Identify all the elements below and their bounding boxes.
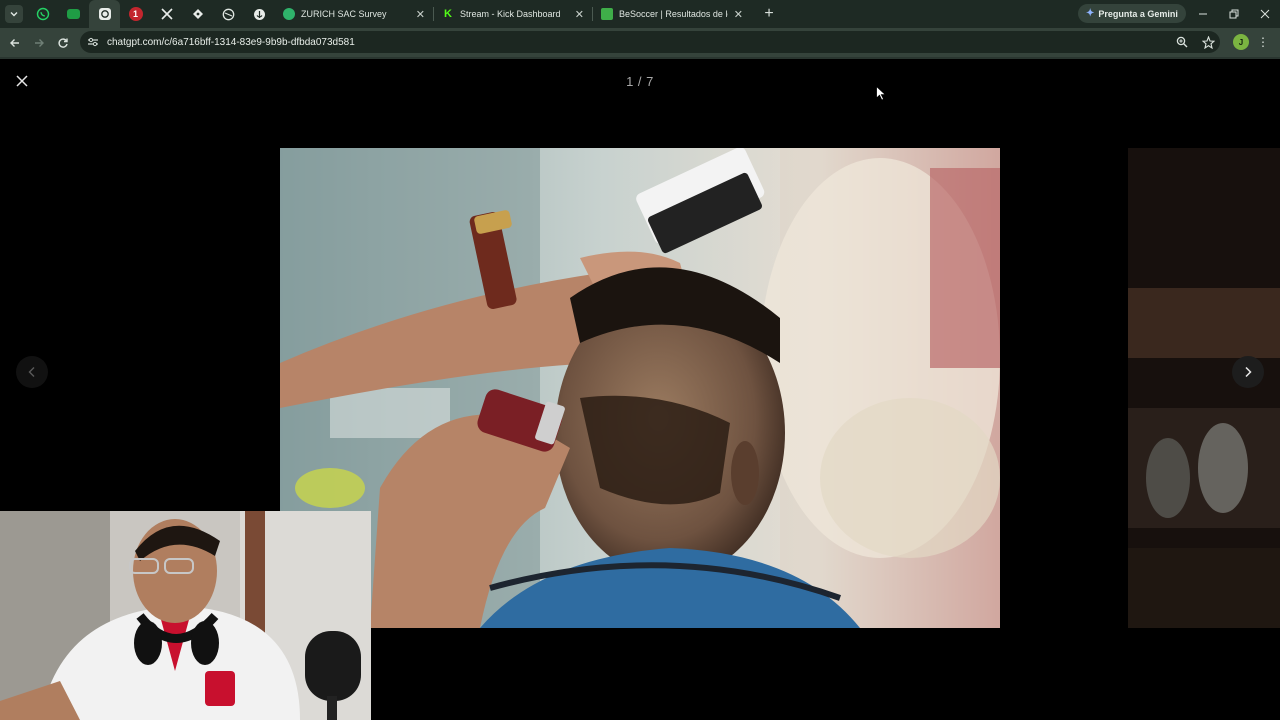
- pinned-tab-news[interactable]: 1: [120, 0, 151, 28]
- mouse-cursor-icon: [876, 86, 886, 101]
- pinned-tab-whatsapp[interactable]: [27, 0, 58, 28]
- chatgpt-icon: [98, 8, 111, 20]
- zoom-icon[interactable]: [1174, 34, 1190, 50]
- chevron-right-icon: [1245, 366, 1252, 378]
- reload-icon: [58, 37, 68, 48]
- url-text[interactable]: chatgpt.com/c/6a716bff-1314-83e9-9b9b-df…: [107, 37, 355, 48]
- x-logo-icon: [160, 8, 173, 20]
- surveymonkey-icon: [283, 8, 295, 20]
- pinned-tab-globe[interactable]: [213, 0, 244, 28]
- pinned-tab-chatgpt[interactable]: [89, 0, 120, 28]
- pinned-tab-messages[interactable]: [58, 0, 89, 28]
- besoccer-icon: [601, 8, 613, 20]
- previous-image-button[interactable]: [16, 356, 48, 388]
- tab-title: ZURICH SAC Survey: [301, 9, 387, 19]
- tab-search-button[interactable]: [5, 5, 23, 23]
- tab-title: BeSoccer | Resultados de los pa: [619, 9, 728, 19]
- image-counter: 1 / 7: [626, 74, 654, 89]
- menu-kebab-icon[interactable]: ⋮: [1257, 34, 1269, 50]
- profile-avatar[interactable]: J: [1233, 34, 1249, 50]
- main-image: [280, 148, 1000, 628]
- browser-toolbar: chatgpt.com/c/6a716bff-1314-83e9-9b9b-df…: [0, 28, 1280, 57]
- message-icon: [67, 9, 80, 19]
- tab-strip: 1 ZURICH SAC Survey ✕ K Stream - Kick Da…: [0, 0, 1280, 28]
- back-button[interactable]: [3, 31, 27, 55]
- close-icon: [1260, 9, 1269, 19]
- tab-kick-dashboard[interactable]: K Stream - Kick Dashboard ✕: [434, 0, 592, 28]
- reload-button[interactable]: [51, 31, 75, 55]
- minimize-icon: [1198, 13, 1207, 15]
- forward-button[interactable]: [27, 31, 51, 55]
- kick-icon: K: [442, 8, 454, 20]
- new-tab-button[interactable]: +: [761, 5, 777, 23]
- tab-besoccer[interactable]: BeSoccer | Resultados de los pa ✕: [593, 0, 751, 28]
- close-tab-icon[interactable]: ✕: [734, 8, 743, 21]
- close-window-button[interactable]: [1249, 0, 1280, 28]
- tab-title: Stream - Kick Dashboard: [460, 9, 561, 19]
- chevron-left-icon: [28, 367, 35, 377]
- site-settings-icon[interactable]: [86, 35, 100, 49]
- next-image-preview: [1128, 148, 1280, 628]
- minimize-button[interactable]: [1187, 0, 1218, 28]
- close-tab-icon[interactable]: ✕: [416, 8, 425, 21]
- arrow-right-icon: [35, 38, 44, 47]
- news-icon: 1: [128, 7, 143, 21]
- globe-icon: [222, 8, 235, 20]
- gemini-button-label: Pregunta a Gemini: [1098, 8, 1178, 19]
- whatsapp-icon: [36, 7, 49, 21]
- tab-zurich-survey[interactable]: ZURICH SAC Survey ✕: [275, 0, 433, 28]
- webcam-overlay: [0, 511, 371, 720]
- close-tab-icon[interactable]: ✕: [575, 8, 584, 21]
- restore-icon: [1229, 9, 1238, 19]
- tag-icon: [192, 9, 203, 19]
- arrow-left-icon: [10, 38, 19, 47]
- bookmark-star-icon[interactable]: [1200, 34, 1216, 50]
- pinned-tab-anchor[interactable]: [244, 0, 275, 28]
- restore-button[interactable]: [1218, 0, 1249, 28]
- pinned-tab-x[interactable]: [151, 0, 182, 28]
- pinned-tab-app[interactable]: [182, 0, 213, 28]
- anchor-icon: [254, 8, 265, 20]
- gemini-sparkle-icon: ✦: [1086, 8, 1095, 19]
- chevron-down-icon: [10, 12, 18, 17]
- next-image-button[interactable]: [1232, 356, 1264, 388]
- ask-gemini-button[interactable]: ✦ Pregunta a Gemini: [1078, 4, 1186, 23]
- address-bar[interactable]: chatgpt.com/c/6a716bff-1314-83e9-9b9b-df…: [80, 31, 1220, 53]
